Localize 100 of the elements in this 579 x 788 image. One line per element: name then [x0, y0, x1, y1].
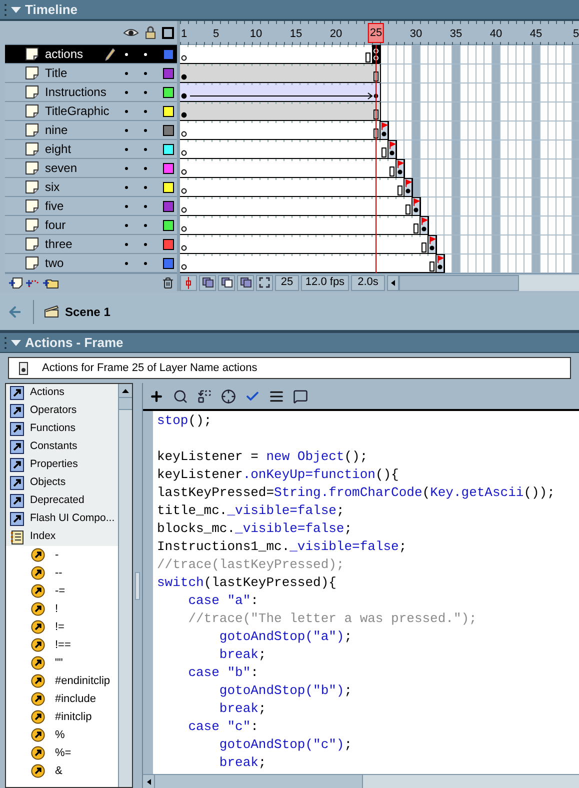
layer-row[interactable]: three	[5, 235, 177, 254]
code-hint-icon[interactable]	[293, 388, 308, 404]
horizontal-scrollbar[interactable]	[143, 774, 579, 788]
format-icon[interactable]	[269, 388, 284, 404]
layer-row[interactable]: actions	[5, 45, 177, 64]
insert-folder-icon[interactable]	[42, 276, 59, 288]
scroll-left-icon[interactable]	[146, 778, 150, 784]
scroll-thumb[interactable]	[155, 775, 363, 788]
replace-icon[interactable]	[197, 388, 212, 404]
layer-icon	[25, 256, 39, 270]
panel-title: Timeline	[25, 0, 78, 19]
arrow-circle-icon	[31, 674, 45, 688]
onion-outlines-button[interactable]	[218, 274, 235, 290]
splitter-handle[interactable]	[135, 572, 140, 600]
operator-item[interactable]: -	[6, 546, 118, 564]
category-item[interactable]: Constants	[6, 438, 118, 456]
layer-icon	[25, 142, 39, 156]
vertical-scrollbar[interactable]	[118, 384, 132, 787]
onion-markers-button[interactable]	[256, 274, 273, 290]
layer-row[interactable]: TitleGraphic	[5, 102, 177, 121]
outline-color-swatch[interactable]	[163, 86, 174, 98]
scroll-left-icon[interactable]	[391, 280, 395, 286]
target-label: Actions for Frame 25 of Layer Name actions	[42, 360, 258, 376]
lock-icon[interactable]	[145, 26, 156, 39]
layer-row[interactable]: six	[5, 178, 177, 197]
onion-skin-button[interactable]	[199, 274, 216, 290]
category-item[interactable]: Properties	[6, 456, 118, 474]
crosshair-icon[interactable]	[221, 388, 236, 404]
operator-item[interactable]: ""	[6, 654, 118, 672]
scene-name[interactable]: Scene 1	[65, 302, 110, 320]
frame-number: 40	[490, 27, 502, 42]
operator-item[interactable]: #initclip	[6, 708, 118, 726]
layer-icon	[25, 104, 39, 118]
layer-name: Instructions	[45, 84, 108, 101]
layer-name: TitleGraphic	[45, 103, 110, 120]
operator-item[interactable]: !	[6, 600, 118, 618]
book-arrow-icon	[10, 404, 24, 418]
outline-color-swatch[interactable]	[163, 162, 174, 174]
insert-layer-icon[interactable]	[8, 276, 23, 288]
book-arrow-icon	[10, 476, 24, 490]
operator-item[interactable]: %=	[6, 744, 118, 762]
layer-row[interactable]: Title	[5, 64, 177, 83]
operator-item[interactable]: #include	[6, 690, 118, 708]
edit-multiple-button[interactable]	[237, 274, 254, 290]
operator-item[interactable]: !=	[6, 618, 118, 636]
category-item[interactable]: Operators	[6, 402, 118, 420]
operator-item[interactable]: #endinitclip	[6, 672, 118, 690]
collapse-triangle-icon[interactable]	[11, 338, 21, 346]
arrow-circle-icon	[31, 710, 45, 724]
outline-color-swatch[interactable]	[163, 106, 174, 116]
scroll-up-icon[interactable]	[122, 388, 129, 392]
layer-icon	[25, 85, 39, 99]
layer-row[interactable]: five	[5, 197, 177, 216]
operator-item[interactable]: %	[6, 726, 118, 744]
category-item[interactable]: Deprecated	[6, 492, 118, 510]
outline-color-swatch[interactable]	[163, 144, 174, 154]
layer-row[interactable]: Instructions	[5, 83, 177, 102]
outline-color-swatch[interactable]	[163, 68, 174, 78]
category-item[interactable]: Flash UI Compo...	[6, 510, 118, 528]
category-item[interactable]: Index	[6, 528, 118, 546]
outline-color-swatch[interactable]	[163, 200, 174, 212]
code-line: case "a":	[187, 592, 260, 610]
frame-number: 5	[572, 27, 579, 42]
frame-number: 15	[290, 27, 302, 42]
search-icon[interactable]	[173, 388, 188, 404]
outline-color-swatch[interactable]	[163, 48, 174, 60]
arrow-circle-icon	[31, 656, 45, 670]
outline-color-swatch[interactable]	[163, 182, 174, 192]
code-editor[interactable]	[153, 411, 579, 774]
layer-row[interactable]: four	[5, 216, 177, 235]
add-action-icon[interactable]	[149, 388, 164, 404]
status-field: 12.0 fps	[301, 274, 349, 290]
layer-row[interactable]: nine	[5, 121, 177, 140]
operator-item[interactable]: &	[6, 762, 118, 780]
code-line: lastKeyPressed=String.fromCharCode(Key.getAscii());	[157, 484, 556, 502]
operator-item[interactable]: !==	[6, 636, 118, 654]
layer-row[interactable]: two	[5, 254, 177, 273]
frame-ruler[interactable]: 1 5 10 15 20 25 30 35 40 45 5	[180, 21, 579, 45]
eye-icon[interactable]	[123, 28, 139, 38]
layer-row[interactable]: seven	[5, 159, 177, 178]
operator-item[interactable]: -=	[6, 582, 118, 600]
outline-color-swatch[interactable]	[163, 220, 174, 230]
scroll-thumb[interactable]	[399, 274, 519, 290]
category-item[interactable]: Actions	[6, 384, 118, 402]
category-item[interactable]: Objects	[6, 474, 118, 492]
horizontal-scrollbar[interactable]	[387, 274, 579, 290]
collapse-triangle-icon[interactable]	[11, 6, 21, 14]
operator-item[interactable]: --	[6, 564, 118, 582]
outline-icon[interactable]	[162, 26, 174, 38]
timeline-frames-drawing[interactable]	[180, 45, 579, 273]
layer-row[interactable]: eight	[5, 140, 177, 159]
playhead[interactable]: 25	[368, 23, 384, 43]
scroll-thumb[interactable]	[119, 398, 132, 410]
outline-color-swatch[interactable]	[163, 258, 174, 268]
trash-icon[interactable]	[162, 276, 174, 288]
outline-color-swatch[interactable]	[163, 238, 174, 250]
code-line: switch(lastKeyPressed){	[157, 574, 338, 592]
frame-icon	[19, 362, 28, 374]
outline-color-swatch[interactable]	[163, 124, 174, 136]
category-item[interactable]: Functions	[6, 420, 118, 438]
